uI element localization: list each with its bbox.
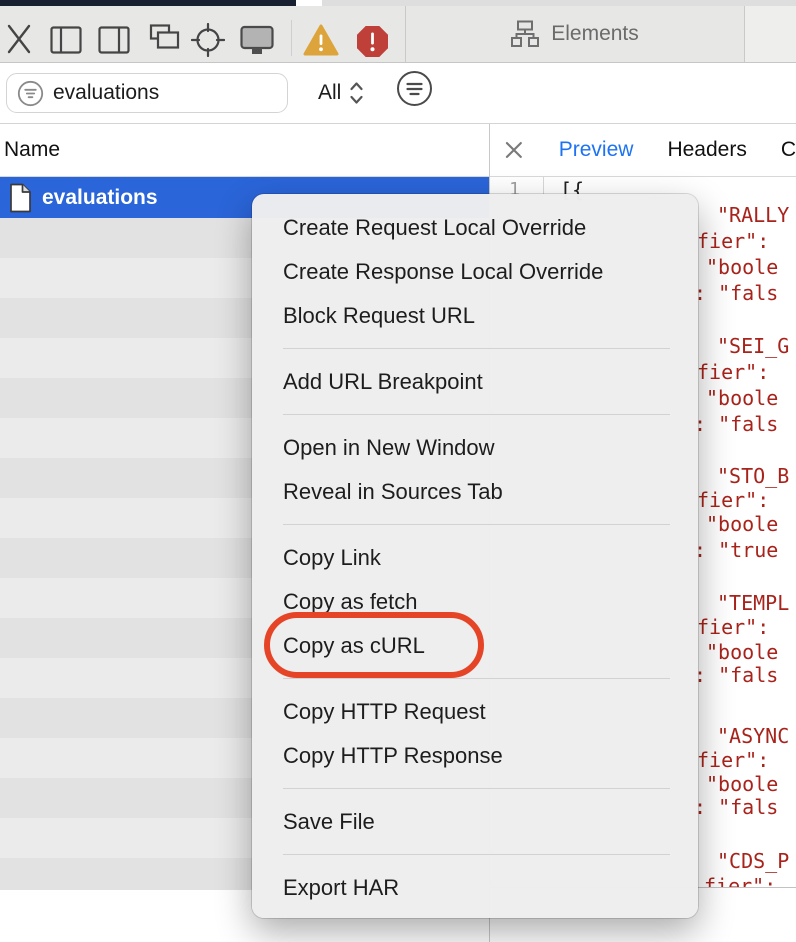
dock-right-icon[interactable] bbox=[98, 26, 130, 54]
toolbar-right-cap bbox=[745, 6, 796, 62]
request-row-label: evaluations bbox=[42, 186, 158, 210]
menu-item-copy-link[interactable]: Copy Link bbox=[252, 536, 698, 580]
json-fragment: "boole bbox=[706, 512, 778, 536]
menu-separator bbox=[283, 414, 670, 415]
web-inspector-window: Elements evaluations All Name bbox=[0, 0, 796, 942]
json-fragment: fier": bbox=[697, 360, 769, 384]
json-fragment: : "fals bbox=[694, 795, 778, 819]
json-fragment: fier": bbox=[697, 229, 769, 253]
json-fragment: "boole bbox=[706, 255, 778, 279]
filter-input-value: evaluations bbox=[53, 81, 159, 105]
responsive-mode-icon[interactable] bbox=[240, 25, 274, 57]
tab-cookies-partial[interactable]: C bbox=[781, 138, 796, 162]
menu-item-block-request-url[interactable]: Block Request URL bbox=[252, 294, 698, 338]
resource-type-selected: All bbox=[318, 81, 341, 105]
filter-icon bbox=[17, 80, 44, 107]
json-fragment: : "fals bbox=[694, 663, 778, 687]
tab-headers[interactable]: Headers bbox=[667, 138, 746, 162]
toolbar-mini-divider bbox=[291, 20, 292, 56]
json-fragment: "TEMPL bbox=[717, 591, 789, 615]
json-fragment: : "true bbox=[694, 538, 778, 562]
element-picker-icon[interactable] bbox=[191, 23, 225, 57]
inspector-toolbar: Elements bbox=[0, 6, 796, 63]
panel-headers: Name Preview Headers C bbox=[0, 124, 796, 177]
resource-filter-input[interactable]: evaluations bbox=[6, 73, 288, 113]
network-filter-bar: evaluations All bbox=[0, 63, 796, 124]
undock-windows-icon[interactable] bbox=[146, 24, 180, 54]
toolbar-divider-right bbox=[744, 6, 745, 62]
filter-options-button[interactable] bbox=[396, 70, 433, 107]
json-fragment: : "fals bbox=[694, 412, 778, 436]
column-header-name[interactable]: Name bbox=[4, 124, 60, 176]
json-fragment: "SEI_G bbox=[717, 334, 789, 358]
document-icon bbox=[9, 183, 32, 213]
json-fragment: "CDS_P bbox=[717, 849, 789, 873]
json-fragment: "boole bbox=[706, 386, 778, 410]
dock-left-icon[interactable] bbox=[50, 26, 82, 54]
curl-highlight-annotation bbox=[264, 612, 484, 678]
json-fragment: "boole bbox=[706, 772, 778, 796]
tab-elements-label: Elements bbox=[551, 22, 639, 46]
json-fragment: fier": bbox=[697, 615, 769, 639]
select-chevrons-icon bbox=[348, 79, 365, 107]
menu-item-save-file[interactable]: Save File bbox=[252, 800, 698, 844]
json-fragment: "boole bbox=[706, 640, 778, 664]
close-inspector-icon[interactable] bbox=[7, 23, 31, 55]
filter-options-icon bbox=[396, 70, 433, 107]
menu-item-create-request-local-override[interactable]: Create Request Local Override bbox=[252, 206, 698, 250]
error-octagon-icon bbox=[356, 25, 389, 58]
json-fragment-clipped: fier": bbox=[704, 874, 776, 888]
menu-item-create-response-local-override[interactable]: Create Response Local Override bbox=[252, 250, 698, 294]
json-fragment: "ASYNC bbox=[717, 724, 789, 748]
menu-item-copy-http-response[interactable]: Copy HTTP Response bbox=[252, 734, 698, 778]
menu-separator bbox=[283, 524, 670, 525]
menu-item-export-har[interactable]: Export HAR bbox=[252, 866, 698, 910]
request-context-menu: Create Request Local Override Create Res… bbox=[252, 194, 698, 918]
tab-preview[interactable]: Preview bbox=[559, 138, 634, 162]
detail-tab-bar: Preview Headers C bbox=[490, 124, 796, 176]
menu-item-add-url-breakpoint[interactable]: Add URL Breakpoint bbox=[252, 360, 698, 404]
menu-separator bbox=[283, 788, 670, 789]
warning-triangle-icon bbox=[303, 24, 339, 57]
errors-badge[interactable] bbox=[356, 25, 389, 58]
menu-item-copy-http-request[interactable]: Copy HTTP Request bbox=[252, 690, 698, 734]
tab-elements[interactable]: Elements bbox=[405, 6, 744, 62]
resource-type-select[interactable]: All bbox=[318, 73, 365, 113]
elements-hierarchy-icon bbox=[510, 20, 540, 48]
close-detail-icon[interactable] bbox=[503, 139, 525, 161]
menu-separator bbox=[283, 854, 670, 855]
json-fragment: fier": bbox=[697, 488, 769, 512]
warnings-badge[interactable] bbox=[303, 24, 339, 57]
json-fragment: fier": bbox=[697, 748, 769, 772]
json-fragment: "STO_B bbox=[717, 464, 789, 488]
menu-separator bbox=[283, 348, 670, 349]
menu-separator bbox=[283, 678, 670, 679]
menu-item-open-in-new-window[interactable]: Open in New Window bbox=[252, 426, 698, 470]
menu-item-reveal-in-sources-tab[interactable]: Reveal in Sources Tab bbox=[252, 470, 698, 514]
json-fragment: "RALLY bbox=[717, 203, 789, 227]
json-fragment: : "fals bbox=[694, 281, 778, 305]
